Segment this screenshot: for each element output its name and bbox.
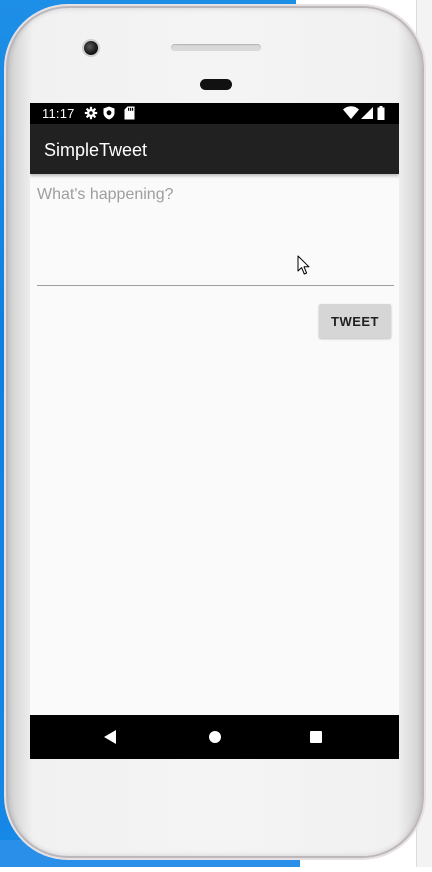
phone-screen: 11:17 SimpleTweet What's happening? TWEE…: [30, 103, 399, 759]
gear-icon: [84, 106, 98, 120]
speaker-grille: [171, 44, 261, 51]
earpiece: [200, 79, 232, 90]
app-bar: SimpleTweet: [30, 124, 399, 174]
shield-icon: [103, 106, 115, 120]
status-bar: 11:17: [30, 103, 399, 124]
mouse-pointer-icon: [297, 255, 311, 281]
navigation-bar: [30, 715, 399, 759]
wifi-icon: [343, 106, 359, 120]
front-camera: [82, 39, 100, 57]
tweet-button[interactable]: TWEET: [319, 304, 391, 338]
battery-icon: [377, 106, 385, 120]
status-time: 11:17: [42, 106, 75, 121]
tweet-compose-input[interactable]: [37, 186, 394, 286]
recents-icon[interactable]: [308, 729, 324, 750]
sd-card-icon: [124, 106, 135, 120]
home-icon[interactable]: [207, 729, 223, 750]
app-title: SimpleTweet: [44, 140, 148, 160]
cell-signal-icon: [361, 106, 373, 120]
back-icon[interactable]: [102, 729, 118, 750]
